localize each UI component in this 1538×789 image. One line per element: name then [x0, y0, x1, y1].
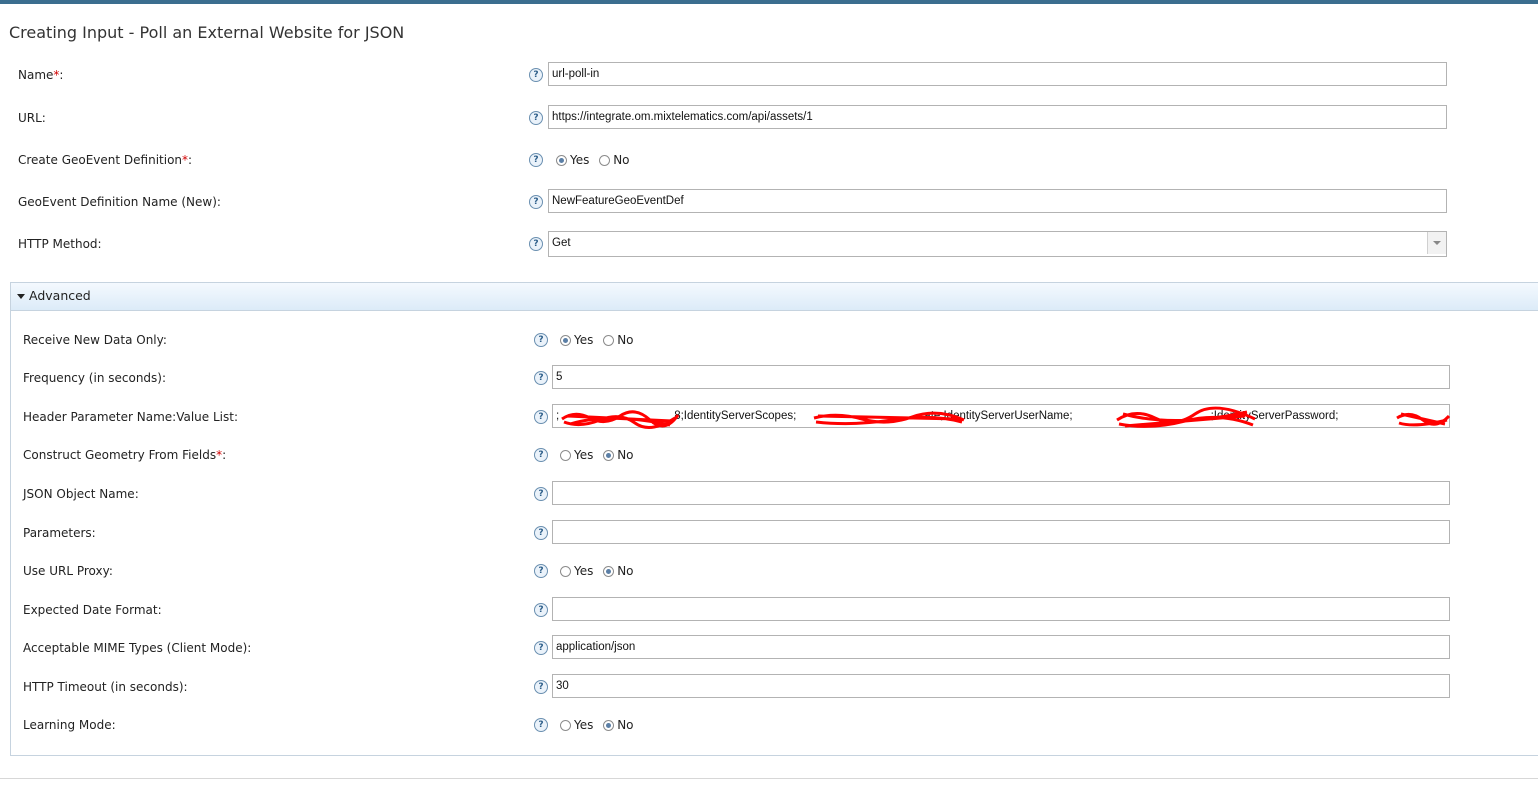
help-icon[interactable]: ? [534, 410, 548, 424]
radio-yes-button[interactable] [556, 154, 567, 166]
json-object-name-row: JSON Object Name: ? [0, 480, 1538, 508]
chevron-down-icon[interactable] [1427, 232, 1446, 254]
expected-date-format-label: Expected Date Format: [23, 603, 162, 617]
http-method-label: HTTP Method: [18, 237, 102, 251]
parameters-input[interactable] [552, 520, 1450, 544]
receive-new-data-row: Receive New Data Only: ? Yes No [0, 326, 1538, 354]
frequency-row: Frequency (in seconds): ? 5 [0, 364, 1538, 392]
http-timeout-row: HTTP Timeout (in seconds): ? 30 [0, 673, 1538, 701]
bottom-divider [0, 778, 1538, 779]
receive-new-data-label: Receive New Data Only: [23, 333, 167, 347]
radio-no[interactable]: No [603, 326, 634, 354]
help-icon[interactable]: ? [529, 68, 543, 82]
expected-date-format-row: Expected Date Format: ? [0, 596, 1538, 624]
url-input[interactable]: https://integrate.om.mixtelematics.com/a… [548, 105, 1447, 129]
caret-down-icon[interactable] [17, 294, 25, 299]
top-accent-bar [0, 0, 1538, 4]
advanced-header[interactable]: Advanced [11, 283, 1538, 311]
radio-yes[interactable]: Yes [560, 557, 593, 585]
radio-no-button[interactable] [599, 154, 611, 166]
radio-no-button[interactable] [603, 565, 615, 577]
expected-date-format-input[interactable] [552, 597, 1450, 621]
learning-mode-label: Learning Mode: [23, 718, 116, 732]
json-object-name-input[interactable] [552, 481, 1450, 505]
help-icon[interactable]: ? [529, 153, 543, 167]
mime-types-row: Acceptable MIME Types (Client Mode): ? a… [0, 634, 1538, 662]
radio-yes-button[interactable] [560, 334, 571, 346]
json-object-name-label: JSON Object Name: [23, 487, 139, 501]
help-icon[interactable]: ? [534, 448, 548, 462]
help-icon[interactable]: ? [529, 195, 543, 209]
learning-mode-radios: Yes No [560, 711, 640, 739]
help-icon[interactable]: ? [529, 111, 543, 125]
construct-geometry-radios: Yes No [560, 441, 640, 469]
radio-no-button[interactable] [603, 719, 615, 731]
help-icon[interactable]: ? [534, 526, 548, 540]
parameters-row: Parameters: ? [0, 519, 1538, 547]
radio-no-button[interactable] [603, 449, 615, 461]
radio-yes[interactable]: Yes [560, 711, 593, 739]
construct-geometry-label: Construct Geometry From Fields*: [23, 448, 227, 462]
header-params-row: Header Parameter Name:Value List: ? ; 8;I… [0, 403, 1538, 431]
create-geoevent-def-radios: Yes No [556, 146, 636, 174]
name-input[interactable]: url-poll-in [548, 62, 1447, 86]
help-icon[interactable]: ? [534, 371, 548, 385]
radio-no[interactable]: No [603, 711, 634, 739]
name-row: Name*: ? url-poll-in [0, 61, 1538, 89]
url-row: URL: ? https://integrate.om.mixtelematic… [0, 104, 1538, 132]
http-method-row: HTTP Method: ? Get [0, 230, 1538, 258]
help-icon[interactable]: ? [534, 333, 548, 347]
geoevent-def-name-row: GeoEvent Definition Name (New): ? NewFea… [0, 188, 1538, 216]
create-geoevent-def-label: Create GeoEvent Definition*: [18, 153, 193, 167]
construct-geometry-row: Construct Geometry From Fields*: ? Yes N… [0, 441, 1538, 469]
header-params-input[interactable]: ; 8;IdentityServerScopes; ate;IdentityServ… [552, 404, 1450, 428]
help-icon[interactable]: ? [534, 603, 548, 617]
create-geoevent-def-row: Create GeoEvent Definition*: ? Yes No [0, 146, 1538, 174]
radio-no-button[interactable] [603, 334, 615, 346]
help-icon[interactable]: ? [534, 718, 548, 732]
frequency-input[interactable]: 5 [552, 365, 1450, 389]
frequency-label: Frequency (in seconds): [23, 371, 167, 385]
radio-yes-button[interactable] [560, 719, 571, 731]
help-icon[interactable]: ? [534, 487, 548, 501]
radio-yes-button[interactable] [560, 449, 571, 461]
radio-no[interactable]: No [599, 146, 630, 174]
http-method-select[interactable]: Get [548, 231, 1447, 257]
radio-no[interactable]: No [603, 441, 634, 469]
mime-types-label: Acceptable MIME Types (Client Mode): [23, 641, 252, 655]
advanced-title: Advanced [29, 288, 91, 303]
geoevent-def-name-label: GeoEvent Definition Name (New): [18, 195, 221, 209]
use-url-proxy-label: Use URL Proxy: [23, 564, 113, 578]
radio-no[interactable]: No [603, 557, 634, 585]
radio-yes-button[interactable] [560, 565, 571, 577]
radio-yes[interactable]: Yes [560, 441, 593, 469]
header-params-label: Header Parameter Name:Value List: [23, 410, 238, 424]
receive-new-data-radios: Yes No [560, 326, 640, 354]
help-icon[interactable]: ? [534, 564, 548, 578]
page-title: Creating Input - Poll an External Websit… [9, 23, 405, 42]
http-timeout-input[interactable]: 30 [552, 674, 1450, 698]
parameters-label: Parameters: [23, 526, 96, 540]
mime-types-input[interactable]: application/json [552, 635, 1450, 659]
radio-yes[interactable]: Yes [556, 146, 589, 174]
help-icon[interactable]: ? [534, 680, 548, 694]
name-label: Name*: [18, 68, 64, 82]
geoevent-def-name-input[interactable]: NewFeatureGeoEventDef [548, 189, 1447, 213]
learning-mode-row: Learning Mode: ? Yes No [0, 711, 1538, 739]
help-icon[interactable]: ? [534, 641, 548, 655]
use-url-proxy-row: Use URL Proxy: ? Yes No [0, 557, 1538, 585]
url-label: URL: [18, 111, 46, 125]
help-icon[interactable]: ? [529, 237, 543, 251]
radio-yes[interactable]: Yes [560, 326, 593, 354]
http-timeout-label: HTTP Timeout (in seconds): [23, 680, 188, 694]
use-url-proxy-radios: Yes No [560, 557, 640, 585]
